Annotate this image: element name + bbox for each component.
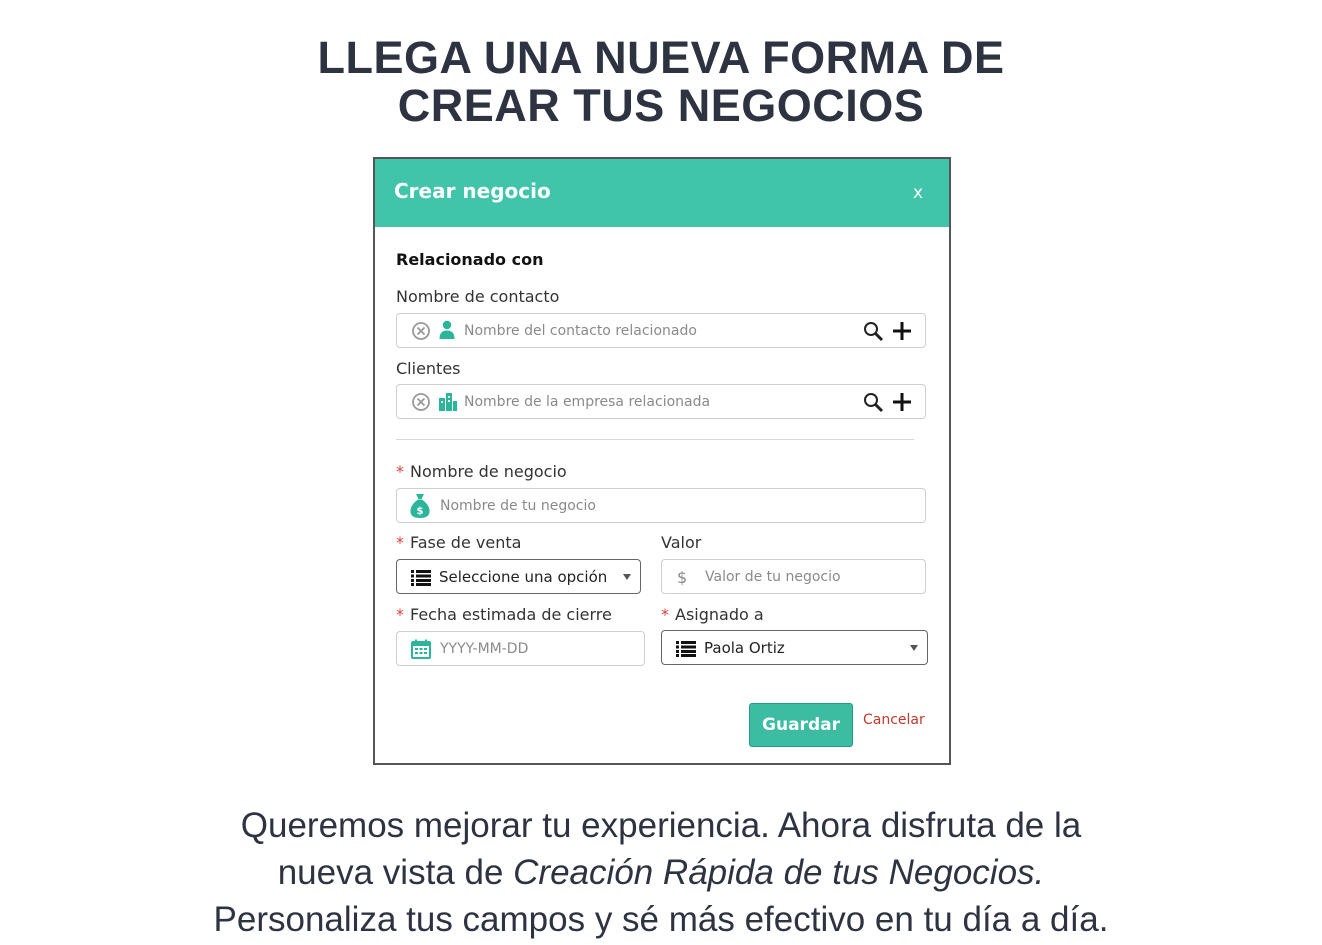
headline-line-1: LLEGA UNA NUEVA FORMA DE — [317, 32, 1005, 83]
description-line-3: Personaliza tus campos y sé más efectivo… — [213, 900, 1109, 939]
plus-icon[interactable] — [892, 321, 912, 341]
calendar-icon — [411, 639, 431, 659]
deal-name-label-text: Nombre de negocio — [410, 462, 567, 481]
plus-icon[interactable] — [892, 392, 912, 412]
contact-input[interactable]: Nombre del contacto relacionado — [464, 323, 697, 339]
required-mark: * — [396, 605, 404, 624]
section-title: Relacionado con — [396, 250, 544, 269]
assignee-label-text: Asignado a — [675, 605, 764, 624]
clear-icon[interactable] — [411, 392, 431, 412]
modal-title: Crear negocio — [394, 179, 551, 203]
amount-input[interactable]: Valor de tu negocio — [705, 569, 841, 585]
svg-text:$: $ — [417, 506, 424, 517]
chevron-down-icon — [910, 645, 918, 651]
description-text: Queremos mejorar tu experiencia. Ahora d… — [0, 802, 1322, 943]
assignee-select[interactable]: Paola Ortiz — [661, 630, 928, 665]
close-date-input[interactable]: YYYY-MM-DD — [440, 641, 528, 657]
description-line-1: Queremos mejorar tu experiencia. Ahora d… — [240, 806, 1082, 845]
stage-label-text: Fase de venta — [410, 533, 522, 552]
stage-label: * Fase de venta — [396, 533, 521, 552]
clear-icon[interactable] — [411, 321, 431, 341]
money-bag-icon: $ — [410, 494, 430, 518]
amount-field[interactable]: $ Valor de tu negocio — [661, 559, 926, 594]
required-mark: * — [661, 605, 669, 624]
clients-input[interactable]: Nombre de la empresa relacionada — [464, 394, 710, 410]
list-icon — [676, 641, 696, 657]
assignee-value: Paola Ortiz — [704, 639, 785, 657]
deal-name-field[interactable]: $ Nombre de tu negocio — [396, 488, 926, 523]
divider — [396, 439, 914, 440]
contact-label: Nombre de contacto — [396, 287, 560, 306]
stage-value: Seleccione una opción — [439, 568, 608, 586]
close-date-label-text: Fecha estimada de cierre — [410, 605, 612, 624]
deal-name-label: * Nombre de negocio — [396, 462, 567, 481]
person-icon — [439, 320, 455, 339]
headline-line-2: CREAR TUS NEGOCIOS — [397, 80, 925, 131]
modal-header: Crear negocio x — [375, 159, 949, 227]
stage-select[interactable]: Seleccione una opción — [396, 559, 641, 594]
clients-field[interactable]: Nombre de la empresa relacionada — [396, 384, 926, 419]
assignee-label: * Asignado a — [661, 605, 764, 624]
amount-label: Valor — [661, 533, 702, 552]
list-icon — [411, 570, 431, 586]
currency-symbol: $ — [677, 568, 688, 587]
create-deal-modal: Crear negocio x Relacionado con Nombre d… — [373, 157, 951, 765]
search-icon[interactable] — [863, 392, 884, 413]
building-icon — [439, 393, 457, 411]
description-line-2: nueva vista de Creación Rápida de tus Ne… — [0, 849, 1322, 896]
close-date-field[interactable]: YYYY-MM-DD — [396, 631, 645, 666]
deal-name-input[interactable]: Nombre de tu negocio — [440, 498, 596, 514]
cancel-button[interactable]: Cancelar — [863, 712, 925, 728]
contact-field[interactable]: Nombre del contacto relacionado — [396, 313, 926, 348]
clients-label: Clientes — [396, 359, 461, 378]
close-date-label: * Fecha estimada de cierre — [396, 605, 612, 624]
search-icon[interactable] — [863, 321, 884, 342]
close-button[interactable]: x — [913, 183, 923, 203]
required-mark: * — [396, 462, 404, 481]
chevron-down-icon — [623, 574, 631, 580]
feature-name: Creación Rápida de tus Negocios. — [513, 853, 1045, 892]
headline: LLEGA UNA NUEVA FORMA DE CREAR TUS NEGOC… — [0, 34, 1322, 130]
description-line-2-prefix: nueva vista de — [277, 853, 514, 892]
required-mark: * — [396, 533, 404, 552]
save-button[interactable]: Guardar — [749, 703, 853, 747]
